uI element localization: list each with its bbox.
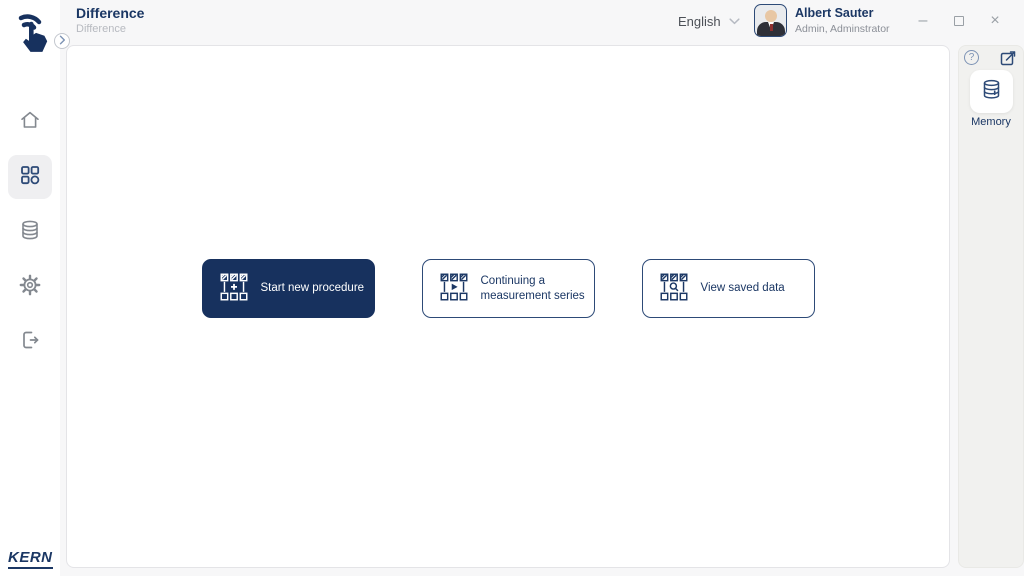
start-new-procedure-button[interactable]: Start new procedure <box>202 259 375 318</box>
language-value: English <box>678 14 721 29</box>
procedure-new-icon <box>220 273 248 304</box>
apps-grid-icon <box>18 163 42 192</box>
continue-measurement-series-label: Continuing a measurement series <box>481 274 593 304</box>
memory-tile-button[interactable] <box>970 70 1013 113</box>
sidebar-nav <box>0 95 60 369</box>
sidebar-collapse-button[interactable] <box>54 33 70 49</box>
procedure-view-icon <box>660 273 688 304</box>
chevron-down-icon <box>729 12 740 30</box>
sidebar-item-procedures[interactable] <box>8 155 52 199</box>
continue-measurement-series-button[interactable]: Continuing a measurement series <box>422 259 595 318</box>
close-button[interactable]: × <box>984 10 1006 32</box>
memory-label: Memory <box>959 116 1023 128</box>
page-title: Difference <box>76 4 144 22</box>
avatar-head <box>765 10 777 22</box>
home-icon <box>18 108 42 137</box>
maximize-icon <box>954 16 964 26</box>
help-button[interactable]: ? <box>964 50 979 65</box>
app-touch-logo <box>8 4 54 62</box>
expand-icon <box>1000 53 1017 70</box>
procedure-continue-icon <box>440 273 468 304</box>
view-saved-data-label: View saved data <box>701 281 785 296</box>
right-sidebar-panel: ? Memory <box>958 45 1024 568</box>
kern-brand-logo: KERN <box>8 549 53 569</box>
close-icon: × <box>990 12 999 30</box>
view-saved-data-button[interactable]: View saved data <box>642 259 815 318</box>
procedure-button-row: Start new procedure Continuing a measure… <box>67 259 949 318</box>
main-content-panel: Start new procedure Continuing a measure… <box>66 45 950 568</box>
chevron-right-icon <box>59 32 66 50</box>
language-selector[interactable]: English <box>678 12 740 30</box>
left-sidebar: KERN <box>0 0 60 576</box>
sidebar-item-settings[interactable] <box>8 265 52 309</box>
help-icon: ? <box>969 52 975 63</box>
start-new-procedure-label: Start new procedure <box>261 281 365 296</box>
sidebar-item-logout[interactable] <box>8 320 52 364</box>
avatar-tie <box>770 24 773 31</box>
expand-panel-button[interactable] <box>1000 49 1017 71</box>
sidebar-item-database[interactable] <box>8 210 52 254</box>
database-icon <box>18 218 42 247</box>
page-subtitle: Difference <box>76 22 144 36</box>
user-avatar[interactable] <box>754 4 787 37</box>
minimize-icon: – <box>919 12 928 30</box>
user-block[interactable]: Albert Sauter Admin, Adminstrator <box>795 4 890 37</box>
user-role: Admin, Adminstrator <box>795 22 890 37</box>
title-block: Difference Difference <box>76 4 144 36</box>
gear-icon <box>18 273 42 302</box>
user-name: Albert Sauter <box>795 4 890 22</box>
header: Difference Difference English Albert Sau… <box>60 0 1024 45</box>
sidebar-item-home[interactable] <box>8 100 52 144</box>
maximize-button[interactable] <box>948 10 970 32</box>
minimize-button[interactable]: – <box>912 10 934 32</box>
memory-database-icon <box>980 78 1003 106</box>
logout-icon <box>18 328 42 357</box>
